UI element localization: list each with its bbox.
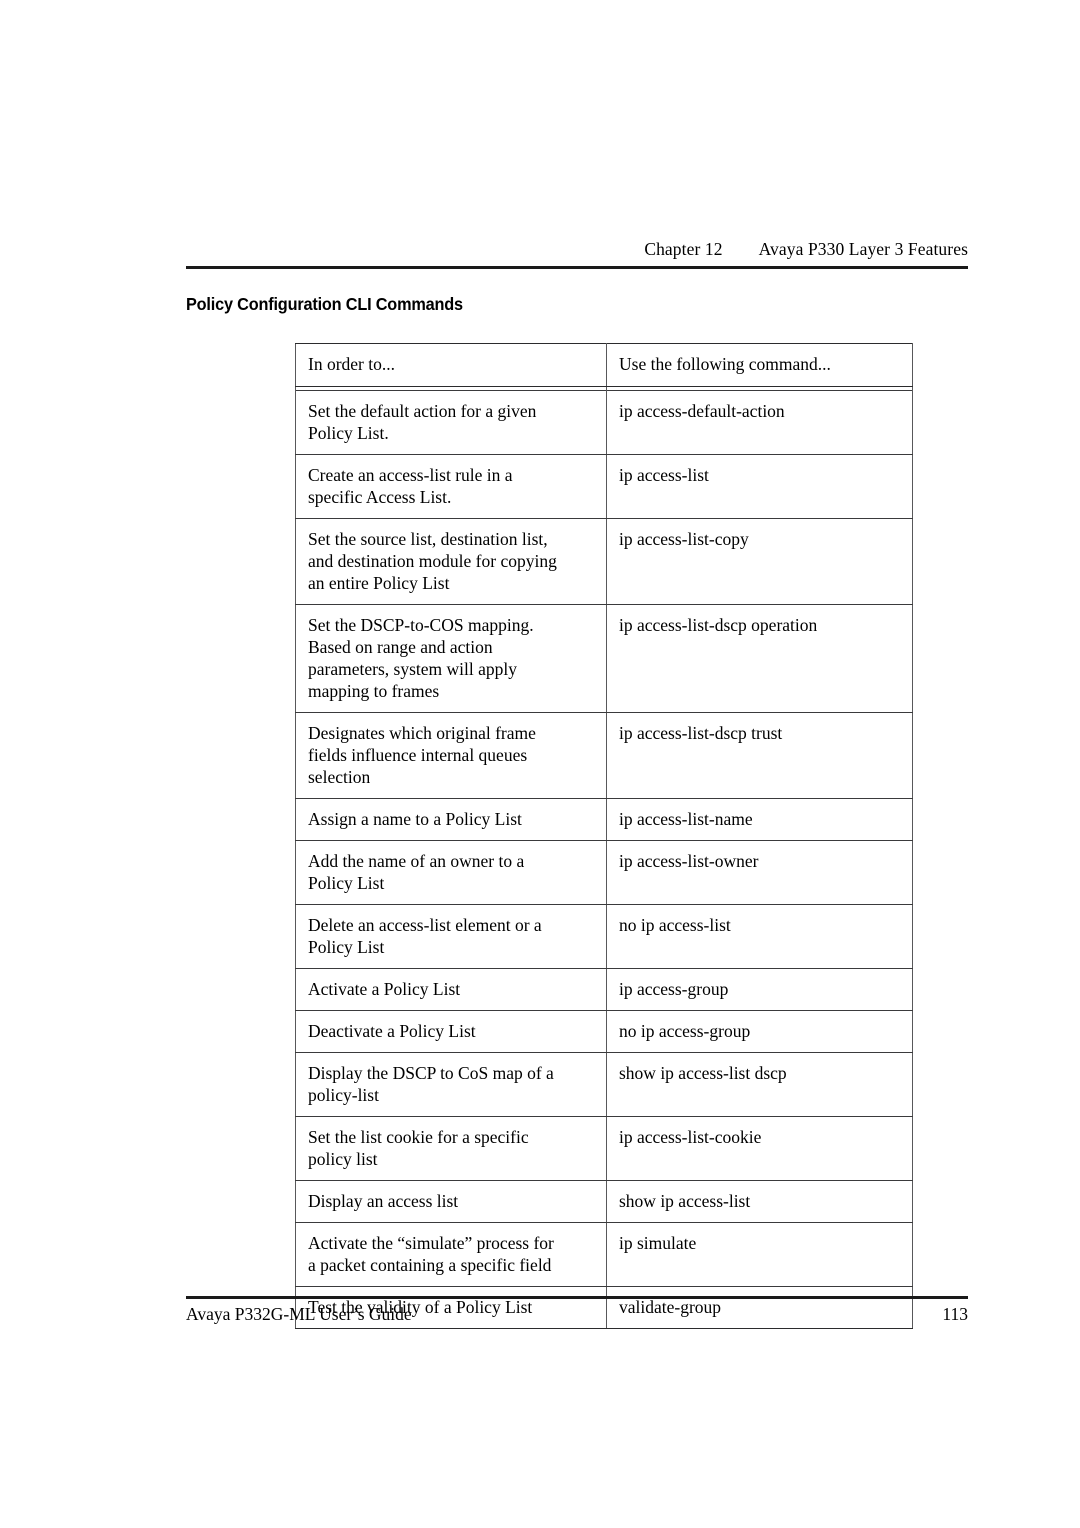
table-row: Set the list cookie for a specific policy… (295, 1116, 913, 1181)
action-line: policy-list (308, 1085, 379, 1105)
action-line: Add the name of an owner to a (308, 851, 525, 871)
command-cell: ip access-list-dscp trust (606, 712, 913, 799)
command-cell: show ip access-list (606, 1180, 913, 1223)
action-line: specific Access List. (308, 487, 452, 507)
column-header: In order to... (295, 343, 607, 387)
action-line: parameters, system will apply (308, 659, 517, 679)
command-line: no ip access-group (619, 1021, 751, 1041)
running-header: Chapter 12 Avaya P330 Layer 3 Features (186, 238, 968, 260)
table-row: Display the DSCP to CoS map of a policy-l… (295, 1052, 913, 1117)
action-cell: Set the DSCP-to-COS mapping. Based on ran… (295, 604, 607, 713)
table-row: Set the DSCP-to-COS mapping. Based on ran… (295, 604, 913, 713)
action-line: Delete an access-list element or a (308, 915, 542, 935)
table-body: In order to... Use the following command.… (295, 343, 913, 1329)
command-cell: ip simulate (606, 1222, 913, 1287)
action-line: Display the DSCP to CoS map of a (308, 1063, 554, 1083)
action-line: a packet containing a specific field (308, 1255, 552, 1275)
cli-commands-table: In order to... Use the following command.… (295, 343, 913, 1329)
action-line: Activate a Policy List (308, 979, 461, 999)
running-header-title: Avaya P330 Layer 3 Features (758, 239, 968, 259)
command-cell: ip access-list (606, 454, 913, 519)
action-cell: Deactivate a Policy List (295, 1010, 607, 1053)
action-line: Activate the “simulate” process for (308, 1233, 554, 1253)
action-line: selection (308, 767, 371, 787)
command-cell: no ip access-group (606, 1010, 913, 1053)
action-cell: Activate a Policy List (295, 968, 607, 1011)
page-footer: Avaya P332G-ML User’s Guide 113 (186, 1302, 968, 1326)
action-line: Create an access-list rule in a (308, 465, 513, 485)
running-header-chapter: Chapter 12 (644, 239, 723, 259)
action-line: Designates which original frame (308, 723, 536, 743)
table-row: Add the name of an owner to a Policy List… (295, 840, 913, 905)
action-cell: Display the DSCP to CoS map of a policy-l… (295, 1052, 607, 1117)
header-divider-rule (186, 266, 968, 269)
action-line: Policy List. (308, 423, 389, 443)
action-line: an entire Policy List (308, 573, 450, 593)
command-line: ip access-list-dscp operation (619, 615, 818, 635)
action-line: Display an access list (308, 1191, 459, 1211)
footer-divider-rule (186, 1296, 968, 1299)
command-line: ip access-group (619, 979, 729, 999)
action-line: and destination module for copying (308, 551, 557, 571)
table-row: Activate the “simulate” process for a pac… (295, 1222, 913, 1287)
table-row: Deactivate a Policy List no ip access-gro… (295, 1010, 913, 1053)
action-line: Based on range and action (308, 637, 493, 657)
command-cell: ip access-list-cookie (606, 1116, 913, 1181)
action-line: Set the source list, destination list, (308, 529, 548, 549)
command-cell: ip access-default-action (606, 390, 913, 455)
command-line: show ip access-list (619, 1191, 751, 1211)
action-line: Set the DSCP-to-COS mapping. (308, 615, 534, 635)
footer-guide-title: Avaya P332G-ML User’s Guide (186, 1304, 412, 1324)
table-row: Designates which original frame fields in… (295, 712, 913, 799)
command-cell: no ip access-list (606, 904, 913, 969)
page-title: Policy Configuration CLI Commands (186, 294, 463, 314)
command-cell: ip access-list-name (606, 798, 913, 841)
action-cell: Set the default action for a given Policy… (295, 390, 607, 455)
footer-page-number: 113 (942, 1304, 968, 1324)
command-cell: show ip access-list dscp (606, 1052, 913, 1117)
command-line: ip simulate (619, 1233, 697, 1253)
table-row: Assign a name to a Policy List ip access-… (295, 798, 913, 841)
command-cell: ip access-group (606, 968, 913, 1011)
action-cell: Display an access list (295, 1180, 607, 1223)
command-line: ip access-list-dscp trust (619, 723, 783, 743)
action-cell: Create an access-list rule in a specific … (295, 454, 607, 519)
action-line: Policy List (308, 873, 385, 893)
table-row: Activate a Policy List ip access-group (295, 968, 913, 1011)
action-line: policy list (308, 1149, 378, 1169)
action-line: Assign a name to a Policy List (308, 809, 522, 829)
action-cell: Activate the “simulate” process for a pac… (295, 1222, 607, 1287)
action-line: fields influence internal queues (308, 745, 528, 765)
action-cell: Assign a name to a Policy List (295, 798, 607, 841)
command-line: ip access-list-cookie (619, 1127, 762, 1147)
action-cell: Set the source list, destination list, an… (295, 518, 607, 605)
action-cell: Delete an access-list element or a Policy… (295, 904, 607, 969)
action-cell: Set the list cookie for a specific policy… (295, 1116, 607, 1181)
table-row: Set the source list, destination list, an… (295, 518, 913, 605)
action-cell: Add the name of an owner to a Policy List (295, 840, 607, 905)
table-header-row: In order to... Use the following command.… (295, 343, 913, 387)
action-line: Set the list cookie for a specific (308, 1127, 529, 1147)
command-line: show ip access-list dscp (619, 1063, 787, 1083)
command-line: ip access-list-copy (619, 529, 749, 549)
command-line: no ip access-list (619, 915, 731, 935)
column-header: Use the following command... (606, 343, 913, 387)
action-cell: Designates which original frame fields in… (295, 712, 607, 799)
command-line: ip access-list-owner (619, 851, 759, 871)
table-row: Delete an access-list element or a Policy… (295, 904, 913, 969)
command-cell: ip access-list-dscp operation (606, 604, 913, 713)
command-line: ip access-default-action (619, 401, 785, 421)
command-cell: ip access-list-owner (606, 840, 913, 905)
table-row: Create an access-list rule in a specific … (295, 454, 913, 519)
command-line: ip access-list (619, 465, 709, 485)
action-line: mapping to frames (308, 681, 440, 701)
command-line: ip access-list-name (619, 809, 753, 829)
action-line: Policy List (308, 937, 385, 957)
document-page: Chapter 12 Avaya P330 Layer 3 Features Po… (0, 0, 1080, 1528)
action-line: Deactivate a Policy List (308, 1021, 476, 1041)
action-line: Set the default action for a given (308, 401, 537, 421)
table-row: Display an access list show ip access-lis… (295, 1180, 913, 1223)
table-row: Set the default action for a given Policy… (295, 390, 913, 455)
command-cell: ip access-list-copy (606, 518, 913, 605)
